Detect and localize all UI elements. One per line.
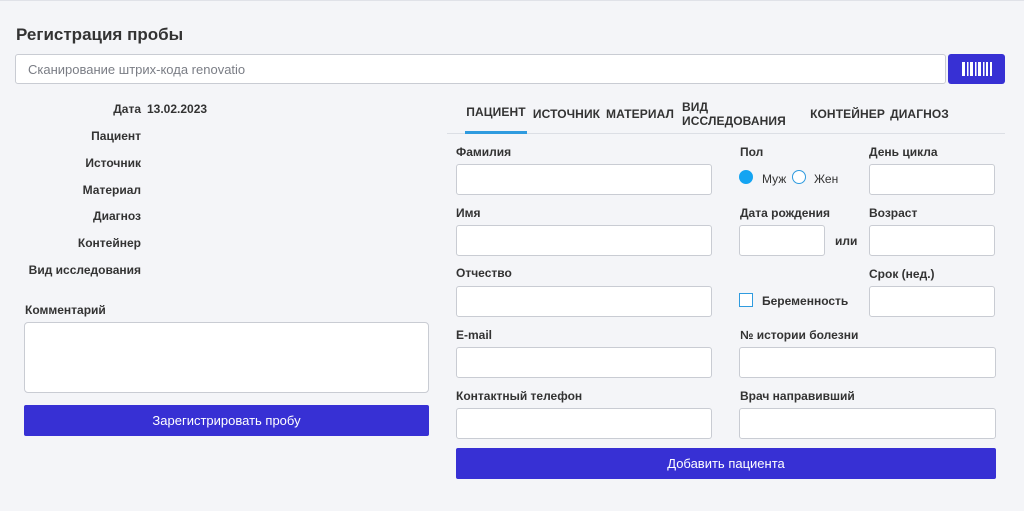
diagnosis-label: Диагноз	[93, 209, 141, 223]
phone-label: Контактный телефон	[456, 389, 583, 403]
date-value: 13.02.2023	[147, 102, 208, 116]
age-input[interactable]	[869, 225, 995, 256]
email-input[interactable]	[456, 347, 712, 378]
birth-date-input[interactable]	[739, 225, 825, 256]
birth-date-label: Дата рождения	[740, 206, 831, 220]
pregnancy-checkbox[interactable]	[739, 293, 753, 307]
or-label: или	[835, 234, 858, 248]
source-label: Источник	[85, 156, 141, 170]
pregnancy-label: Беременность	[762, 294, 849, 308]
phone-input[interactable]	[456, 408, 712, 439]
sex-label: Пол	[740, 145, 764, 159]
last-name-label: Фамилия	[456, 145, 512, 159]
history-number-label: № истории болезни	[740, 328, 859, 342]
tab-diagnosis[interactable]: ДИАГНОЗ	[890, 93, 949, 134]
sex-female-radio[interactable]	[792, 170, 806, 184]
tab-study-type[interactable]: ВИД ИССЛЕДОВАНИЯ	[682, 93, 803, 134]
container-label: Контейнер	[77, 236, 141, 250]
pregnancy-term-label: Срок (нед.)	[869, 267, 935, 281]
register-sample-button[interactable]: Зарегистрировать пробу	[24, 405, 429, 436]
cycle-day-input[interactable]	[869, 164, 995, 195]
first-name-label: Имя	[456, 206, 481, 220]
sex-male-radio[interactable]	[739, 170, 753, 184]
referring-doctor-label: Врач направивший	[740, 389, 855, 403]
pregnancy-term-input[interactable]	[869, 286, 995, 317]
age-label: Возраст	[869, 206, 918, 220]
date-label: Дата	[113, 102, 141, 116]
tab-patient[interactable]: ПАЦИЕНТ	[465, 93, 527, 134]
sex-female-label: Жен	[814, 172, 839, 186]
cycle-day-label: День цикла	[869, 145, 938, 159]
middle-name-input[interactable]	[456, 286, 712, 317]
tab-bar: ПАЦИЕНТ ИСТОЧНИК МАТЕРИАЛ ВИД ИССЛЕДОВАН…	[447, 93, 1005, 134]
tab-container[interactable]: КОНТЕЙНЕР	[810, 93, 885, 134]
material-label: Материал	[82, 183, 141, 197]
last-name-input[interactable]	[456, 164, 712, 195]
patient-label: Пациент	[91, 129, 141, 143]
tab-material[interactable]: МАТЕРИАЛ	[606, 93, 674, 134]
page-title: Регистрация пробы	[16, 25, 184, 44]
study-type-label: Вид исследования	[28, 263, 141, 277]
email-label: E-mail	[456, 328, 493, 342]
referring-doctor-input[interactable]	[739, 408, 996, 439]
history-number-input[interactable]	[739, 347, 996, 378]
middle-name-label: Отчество	[456, 266, 512, 280]
barcode-scan-button[interactable]	[948, 54, 1005, 84]
sex-male-label: Муж	[762, 172, 787, 186]
barcode-icon	[961, 62, 992, 76]
first-name-input[interactable]	[456, 225, 712, 256]
add-patient-button[interactable]: Добавить пациента	[456, 448, 996, 479]
comment-textarea[interactable]	[24, 322, 429, 393]
tab-source[interactable]: ИСТОЧНИК	[533, 93, 600, 134]
barcode-scan-input[interactable]	[15, 54, 946, 84]
comment-label: Комментарий	[25, 303, 106, 317]
